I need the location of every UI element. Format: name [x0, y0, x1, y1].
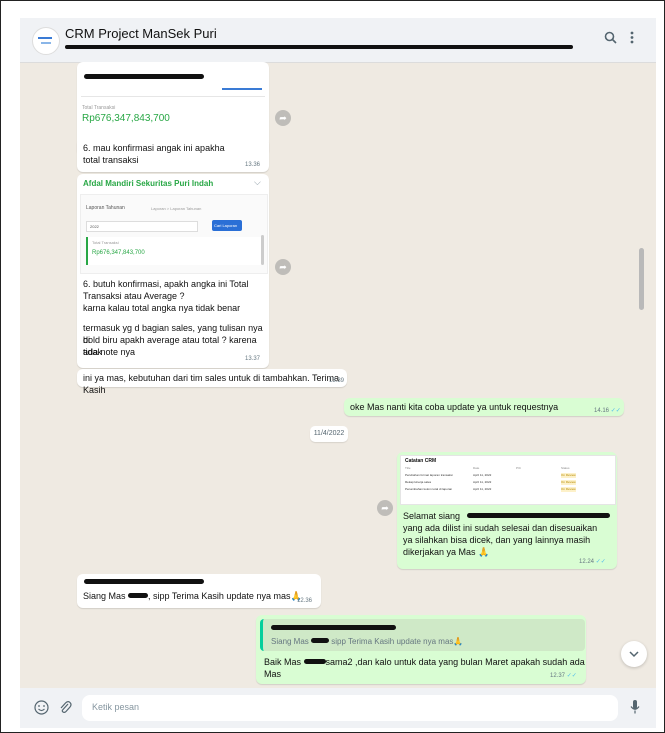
doc-cell: April 11, 2022: [473, 480, 492, 484]
company-name: Afdal Mandiri Sekuritas Puri Indah: [83, 179, 214, 188]
doc-cell: April 11, 2022: [473, 487, 492, 491]
message-8[interactable]: Siang Mas sipp Terima Kasih update nya m…: [256, 615, 586, 684]
message-time: 14.16 ✓✓: [594, 408, 621, 414]
message-2[interactable]: 6. mau konfirmasi angak ini apakha total…: [77, 138, 269, 172]
chevron-down-icon[interactable]: ⌵: [254, 177, 261, 188]
total-label: Total Transaksi: [92, 240, 119, 245]
pray-emoji: 🙏: [478, 547, 490, 557]
message-input[interactable]: Ketik pesan: [82, 695, 618, 721]
message-text: Baik Mas sama2 ,dan kalo untuk data yang…: [264, 657, 585, 679]
year-select: 2022: [86, 221, 198, 232]
doc-col: Status: [561, 466, 570, 470]
breadcrumb: Laporan > Laporan Tahunan: [151, 206, 202, 211]
forward-icon[interactable]: ➦: [377, 500, 393, 516]
message-3[interactable]: Afdal Mandiri Sekuritas Puri Indah ⌵ Lap…: [77, 174, 269, 368]
forward-icon[interactable]: ➦: [275, 259, 291, 275]
doc-cell: Penambahan kolom total di laporan: [405, 487, 453, 491]
forward-icon[interactable]: ➦: [275, 110, 291, 126]
avatar-logo-line: [41, 42, 51, 44]
doc-status: On Review: [561, 480, 576, 485]
redacted-name: [128, 593, 149, 598]
group-avatar[interactable]: [32, 27, 60, 55]
document-preview: Catatan CRM Title Date PIC Status Peruba…: [400, 455, 616, 505]
message-line: 6. butuh konfirmasi, apakh angka ini Tot…: [83, 279, 249, 289]
report-tab: Laporan Tahunan: [86, 205, 125, 211]
message-line: Selamat siang: [403, 511, 461, 521]
redacted-name: [311, 638, 330, 643]
message-5[interactable]: oke Mas nanti kita coba update ya untuk …: [344, 398, 624, 416]
quoted-text: Siang Mas sipp Terima Kasih update nya m…: [271, 637, 464, 646]
chat-window: CRM Project ManSek Puri Total Transaksi …: [20, 18, 656, 728]
message-time: 12.36: [297, 598, 313, 604]
search-icon[interactable]: [604, 31, 617, 47]
button-label: Cari Laporan: [214, 223, 238, 228]
redacted-name: [271, 625, 396, 630]
chat-header[interactable]: CRM Project ManSek Puri: [20, 18, 656, 63]
message-line: dikerjakan ya Mas 🙏: [403, 547, 490, 557]
doc-col: Date: [473, 466, 480, 470]
message-line: ya silahkan bisa dicek, dan yang lainnya…: [403, 535, 591, 545]
doc-title: Catatan CRM: [405, 458, 437, 464]
chat-scrollbar[interactable]: [636, 66, 646, 676]
message-text: Siang Mas , sipp Terima Kasih update nya…: [83, 591, 302, 601]
paperclip-icon[interactable]: [58, 700, 72, 720]
doc-col: PIC: [516, 466, 522, 470]
participants-redacted: [65, 45, 573, 49]
message-text: ini ya mas, kebutuhan dari tim sales unt…: [83, 373, 339, 395]
divider: [81, 96, 265, 97]
compose-bar: Ketik pesan: [20, 688, 656, 728]
total-amount: Rp676,347,843,700: [92, 250, 145, 256]
quoted-message[interactable]: Siang Mas sipp Terima Kasih update nya m…: [260, 619, 585, 651]
date-chip: 11/4/2022: [310, 426, 348, 442]
card-scrollbar: [261, 235, 264, 265]
message-line: yang ada dilist ini sudah selesai dan di…: [403, 523, 598, 533]
message-text: oke Mas nanti kita coba update ya untuk …: [350, 402, 559, 412]
screenshot-frame: CRM Project ManSek Puri Total Transaksi …: [0, 0, 665, 733]
message-time: 12.24 ✓✓: [579, 559, 606, 565]
message-time: 12.37 ✓✓: [550, 673, 577, 679]
message-line: karna kalau total angka nya tidak benar: [83, 303, 241, 313]
avatar-logo-line: [38, 37, 52, 39]
message-4[interactable]: ini ya mas, kebutuhan dari tim sales unt…: [77, 369, 347, 395]
microphone-icon[interactable]: [630, 699, 640, 720]
redacted-text: [467, 513, 610, 518]
screenshot-card: Laporan Tahunan Laporan > Laporan Tahuna…: [80, 194, 268, 274]
message-text: 6. mau konfirmasi angak ini apakha total…: [83, 143, 225, 165]
doc-cell: Perubahan format laporan transaksi: [405, 473, 453, 477]
doc-status: On Review: [561, 487, 576, 492]
message-time: 13.36: [245, 162, 261, 168]
input-placeholder: Ketik pesan: [92, 702, 140, 712]
year-value: 2022: [90, 224, 99, 229]
message-7[interactable]: Siang Mas , sipp Terima Kasih update nya…: [77, 574, 321, 608]
message-6[interactable]: Catatan CRM Title Date PIC Status Peruba…: [397, 452, 617, 569]
doc-status: On Review: [561, 473, 576, 478]
message-time: 13.39: [329, 378, 345, 384]
total-box: Total Transaksi Rp676,347,843,700: [86, 237, 263, 265]
emoji-icon[interactable]: [34, 700, 49, 720]
message-line: ada note nya: [83, 347, 136, 357]
redacted-text: [84, 74, 204, 79]
redacted-name: [303, 659, 326, 664]
pray-emoji: 🙏: [453, 637, 464, 646]
doc-col: Title: [405, 466, 411, 470]
message-line: Transaksi atau Average ?: [83, 291, 185, 301]
message-time: 13.37: [245, 356, 261, 362]
chat-title[interactable]: CRM Project ManSek Puri: [65, 26, 217, 41]
menu-dots-icon[interactable]: [630, 31, 634, 47]
doc-cell: April 11, 2022: [473, 473, 492, 477]
doc-cell: Rekap kinerja sales: [405, 480, 432, 484]
redacted-name: [84, 579, 204, 584]
total-amount: Rp676,347,843,700: [82, 113, 170, 124]
scrollbar-thumb[interactable]: [639, 248, 644, 310]
search-report-button: Cari Laporan: [212, 220, 242, 231]
tab-underline: [222, 88, 262, 90]
